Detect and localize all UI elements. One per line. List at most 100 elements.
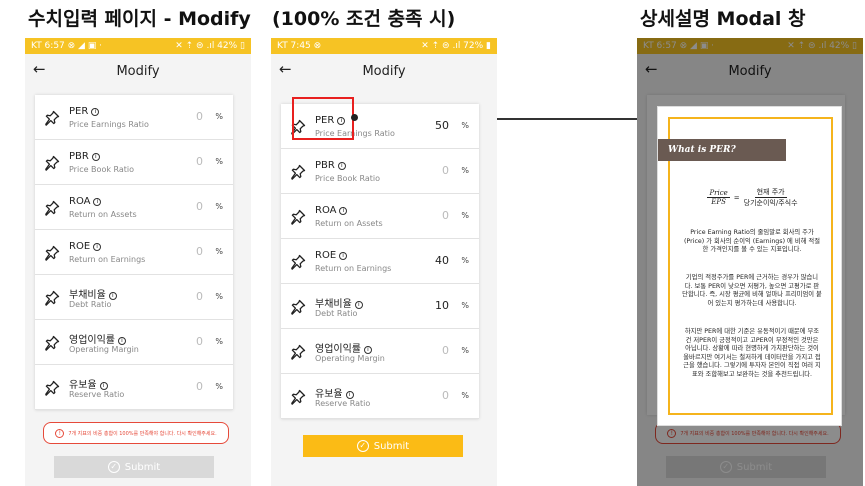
info-icon[interactable]: i xyxy=(93,243,102,251)
indicator-row: 부채비율 i Debt Ratio 10% xyxy=(281,284,479,329)
modal-frame: What is PER? Price EPS = 현재 주가 당기순이익/주식수… xyxy=(658,117,835,415)
info-icon[interactable]: i xyxy=(345,391,354,399)
indicator-subtitle: Operating Margin xyxy=(69,345,139,354)
indicator-subtitle: Return on Earnings xyxy=(69,255,146,264)
info-icon[interactable]: i xyxy=(93,198,102,206)
formula-left-den: EPS xyxy=(711,198,726,206)
info-icon[interactable]: i xyxy=(99,382,108,390)
formula-left-num: Price xyxy=(707,189,730,198)
indicator-label: ROE xyxy=(315,250,337,261)
indicator-name: PER i xyxy=(69,106,100,117)
indicator-label: ROA xyxy=(315,205,337,216)
modal-paragraph-3: 하지만 PER에 대한 기준은 유동적이기 때문에 무조건 저PER이 긍정적이… xyxy=(683,328,821,378)
indicator-name: 유보율 i xyxy=(315,385,354,400)
indicator-name: 영업이익률 i xyxy=(315,340,372,355)
ratio-input[interactable]: 40 xyxy=(435,254,449,267)
percent-unit: % xyxy=(461,256,469,265)
percent-unit: % xyxy=(461,121,469,130)
indicator-subtitle: Operating Margin xyxy=(315,354,385,363)
ratio-input[interactable]: 0 xyxy=(442,209,449,222)
page-title: Modify xyxy=(362,63,406,79)
percent-unit: % xyxy=(461,211,469,220)
pin-icon[interactable] xyxy=(290,299,306,315)
check-circle-icon: ✓ xyxy=(356,440,369,452)
ratio-input[interactable]: 10 xyxy=(435,299,449,312)
ratio-input[interactable]: 0 xyxy=(442,164,449,177)
info-icon[interactable]: i xyxy=(91,153,100,161)
indicator-row: ROE i Return on Earnings 0% xyxy=(35,230,233,275)
pin-icon[interactable] xyxy=(290,254,306,270)
modal-heading: What is PER? xyxy=(658,139,786,161)
status-left: KT 7:45 ⊗ xyxy=(277,41,322,51)
pin-icon[interactable] xyxy=(290,389,306,405)
percent-unit: % xyxy=(215,337,223,346)
submit-button-disabled[interactable]: ✓ Submit xyxy=(54,456,214,478)
indicator-label: ROA xyxy=(69,196,91,207)
pin-icon[interactable] xyxy=(44,200,60,216)
ratio-input[interactable]: 0 xyxy=(196,200,203,213)
info-modal: What is PER? Price EPS = 현재 주가 당기순이익/주식수… xyxy=(657,106,842,426)
info-icon[interactable]: i xyxy=(108,292,117,300)
indicator-name: ROA i xyxy=(315,205,348,216)
submit-button[interactable]: ✓ Submit xyxy=(303,435,463,457)
modal-paragraph-1: Price Earning Ratio의 줄임말로 회사의 주가 (Price)… xyxy=(683,229,821,254)
submit-label: Submit xyxy=(124,461,161,473)
submit-label: Submit xyxy=(373,440,410,452)
indicator-subtitle: Return on Assets xyxy=(315,219,383,228)
per-info-highlight xyxy=(292,97,354,140)
indicator-row: 영업이익률 i Operating Margin 0% xyxy=(35,320,233,365)
section-title-modal: 상세설명 Modal 창 xyxy=(640,8,806,30)
warning-text: 7개 지표의 비중 총합이 100%를 만족해야 합니다. 다시 확인해주세요. xyxy=(68,430,217,437)
indicator-label: PBR xyxy=(69,151,89,162)
status-left: KT 6:57 ⊗ ◢ ▣ · xyxy=(31,41,103,51)
pin-icon[interactable] xyxy=(44,380,60,396)
back-arrow-icon[interactable]: ← xyxy=(33,60,46,78)
ratio-input[interactable]: 50 xyxy=(435,119,449,132)
info-icon[interactable]: i xyxy=(91,108,100,116)
indicator-list: PER i Price Earnings Ratio 50% PBR i Price Boo… xyxy=(281,104,479,419)
status-right: ✕ ⇡ ⊜ .ıl 72% ▮ xyxy=(421,41,491,51)
connector-dot xyxy=(351,114,358,121)
indicator-label: PBR xyxy=(315,160,335,171)
indicator-label: ROE xyxy=(69,241,91,252)
ratio-input[interactable]: 0 xyxy=(196,245,203,258)
warning-icon: ! xyxy=(55,428,65,438)
pin-icon[interactable] xyxy=(44,245,60,261)
ratio-input[interactable]: 0 xyxy=(196,155,203,168)
ratio-input[interactable]: 0 xyxy=(196,110,203,123)
indicator-row: 부채비율 i Debt Ratio 0% xyxy=(35,275,233,320)
ratio-input[interactable]: 0 xyxy=(196,380,203,393)
status-bar: KT 6:57 ⊗ ◢ ▣ · ✕ ⇡ ⊜ .ıl 42% ▯ xyxy=(25,38,251,54)
indicator-row: ROA i Return on Assets 0% xyxy=(35,185,233,230)
info-icon[interactable]: i xyxy=(339,252,348,260)
info-icon[interactable]: i xyxy=(118,337,126,345)
indicator-label: PER xyxy=(69,106,89,117)
ratio-input[interactable]: 0 xyxy=(442,344,449,357)
info-icon[interactable]: i xyxy=(364,346,372,354)
ratio-input[interactable]: 0 xyxy=(196,335,203,348)
pin-icon[interactable] xyxy=(290,164,306,180)
pin-icon[interactable] xyxy=(44,335,60,351)
back-arrow-icon[interactable]: ← xyxy=(279,60,292,78)
info-icon[interactable]: i xyxy=(339,207,348,215)
pin-icon[interactable] xyxy=(44,155,60,171)
indicator-subtitle: Debt Ratio xyxy=(69,300,112,309)
info-icon[interactable]: i xyxy=(337,162,346,170)
percent-unit: % xyxy=(461,346,469,355)
indicator-name: 영업이익률 i xyxy=(69,331,126,346)
formula-right-den: 당기순이익/주식수 xyxy=(743,199,798,207)
ratio-input[interactable]: 0 xyxy=(442,389,449,402)
indicator-subtitle: Price Earnings Ratio xyxy=(69,120,149,129)
warning-message: ! 7개 지표의 비중 총합이 100%를 만족해야 합니다. 다시 확인해주세… xyxy=(43,422,229,444)
app-bar: ← Modify xyxy=(271,54,497,88)
ratio-input[interactable]: 0 xyxy=(196,290,203,303)
indicator-name: 부채비율 i xyxy=(69,286,117,301)
pin-icon[interactable] xyxy=(44,290,60,306)
pin-icon[interactable] xyxy=(290,209,306,225)
pin-icon[interactable] xyxy=(290,344,306,360)
info-icon[interactable]: i xyxy=(354,301,363,309)
percent-unit: % xyxy=(215,292,223,301)
pin-icon[interactable] xyxy=(44,110,60,126)
percent-unit: % xyxy=(215,382,223,391)
per-formula: Price EPS = 현재 주가 당기순이익/주식수 xyxy=(670,187,835,208)
